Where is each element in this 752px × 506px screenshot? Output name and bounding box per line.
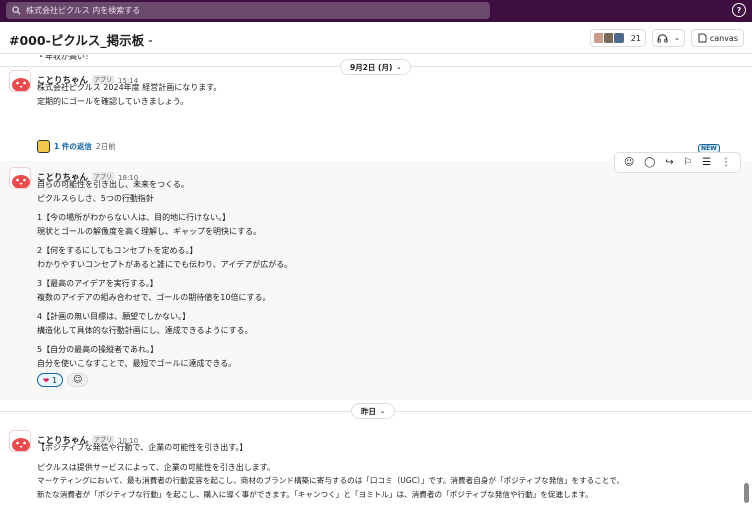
message-line: 現状とゴールの解像度を高く理解し、ギャップを明快にする。 (37, 226, 262, 236)
previous-message-fragment: ・年収が高い！ (37, 55, 93, 61)
kotori-avatar[interactable] (9, 167, 31, 189)
add-reaction-icon[interactable]: ☺ (624, 157, 634, 168)
message-line: 新たな消費者が「ポジティブな行動」を起こし、購入に導く事ができます。「キャンつく… (37, 489, 593, 499)
message-line: 4【計画の無い目標は、願望でしかない。】 (37, 312, 191, 321)
date-label: 9月2日 (月) (350, 62, 393, 72)
channel-title[interactable]: #000-ピクルス_掲示板 ⌄ (9, 30, 154, 49)
date-label: 昨日 (361, 406, 376, 416)
message-line: マーケティングにおいて、最も消費者の行動変容を起こし、商材のブランド構築に寄与す… (37, 476, 625, 485)
message-line: ピクルスらしさ、5つの行動指針 (37, 193, 154, 203)
channel-name: #000-ピクルス_掲示板 (9, 33, 145, 48)
message-line: 1【今の場所がわからない人は、目的地に行けない。】 (37, 213, 231, 222)
avatar (612, 32, 625, 44)
message-line: 定期的にゴールを確認していきましょう。 (37, 96, 189, 106)
message-list: ・年収が高い！ 9月2日 (月) ⌄ ことりちゃん アプリ 15:14 株式会社ピク… (0, 55, 752, 506)
search-placeholder: 株式会社ピクルス 内を検索する (26, 6, 141, 15)
search-bar[interactable]: 株式会社ピクルス 内を検索する (6, 2, 490, 19)
scrollbar[interactable] (744, 483, 749, 503)
date-pill-sep2[interactable]: 9月2日 (月) ⌄ (340, 59, 412, 75)
kotori-avatar[interactable] (9, 430, 31, 452)
message-line: 2【何をするにしてもコンセプトを定める。】 (37, 246, 198, 255)
message-line: 【ポジティブな発信や行動で、企業の可能性を引き出す。】 (37, 443, 248, 452)
heart-reaction[interactable]: ❤ 1 (37, 373, 64, 387)
chevron-down-icon: ⌄ (673, 34, 680, 42)
message-line: 構造化して具体的な行動計画にし、達成できるようにする。 (37, 325, 253, 335)
heart-icon: ❤ (43, 375, 50, 385)
forward-icon[interactable]: ↪ (665, 157, 673, 168)
reply-count[interactable]: 1 件の返信 (54, 141, 92, 152)
huddle-button[interactable]: ⌄ (651, 29, 685, 47)
search-icon (12, 6, 21, 15)
chevron-down-icon: ⌄ (396, 63, 402, 71)
canvas-label: canvas (709, 33, 738, 43)
message-line: 5【自分の最高の操縦者であれ。】 (37, 345, 159, 354)
chevron-down-icon: ⌄ (380, 407, 386, 415)
member-count: 21 (630, 33, 641, 43)
reply-thread-icon[interactable]: ◯ (644, 157, 655, 168)
reply-time: 2日前 (95, 142, 116, 151)
help-icon[interactable]: ? (732, 3, 746, 17)
message-line: 自分を使いこなすことで、最短でゴールに達成できる。 (37, 358, 237, 368)
add-reaction-button[interactable]: ☺ (67, 373, 89, 387)
add-emoji-icon: ☺ (73, 375, 83, 385)
kotori-avatar[interactable] (9, 70, 31, 92)
bookmark-icon[interactable]: ⚐ (683, 157, 692, 168)
list-icon[interactable]: ☰ (702, 157, 711, 168)
message-line: 自らの可能性を引き出し、未来をつくる。 (37, 180, 189, 189)
message-line: 株式会社ピクルス 2024年度 経営計画になります。 (37, 83, 222, 92)
date-pill-yesterday[interactable]: 昨日 ⌄ (351, 403, 396, 419)
message-actions-toolbar: ☺ ◯ ↪ ⚐ ☰ ⋮ (614, 152, 741, 173)
message-line: ピクルスは提供サービスによって、企業の可能性を引き出します。 (37, 462, 275, 472)
headphones-icon (657, 34, 668, 43)
chevron-down-icon: ⌄ (147, 35, 154, 44)
canvas-icon (698, 33, 707, 43)
channel-header: #000-ピクルス_掲示板 ⌄ 21 ⌄ canvas (0, 22, 752, 54)
top-bar: 株式会社ピクルス 内を検索する ? (0, 0, 752, 22)
message-line: 3【最高のアイデアを実行する。】 (37, 279, 158, 288)
more-actions-icon[interactable]: ⋮ (721, 157, 731, 168)
reaction-count: 1 (52, 375, 58, 385)
message-line: わかりやすいコンセプトがあると誰にでも伝わり、アイデアが広がる。 (37, 259, 293, 269)
message-line: 複数のアイデアの組み合わせで、ゴールの期待値を10倍にする。 (37, 292, 271, 302)
members-button[interactable]: 21 (589, 29, 646, 47)
canvas-button[interactable]: canvas (690, 29, 744, 47)
thread-replies[interactable]: 1 件の返信 2日前 (37, 140, 116, 153)
avatar (37, 140, 50, 153)
